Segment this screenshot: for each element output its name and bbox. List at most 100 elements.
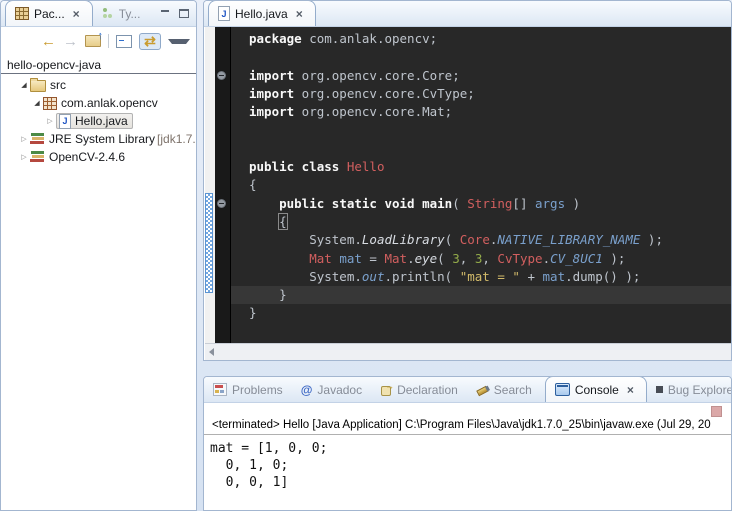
collapsed-arrow-icon[interactable] xyxy=(18,153,30,161)
expanded-arrow-icon[interactable] xyxy=(31,99,43,107)
code-token: Mat xyxy=(384,251,407,266)
code-line-10: public static void main( String[] args ) xyxy=(231,195,731,213)
code-token: System. xyxy=(249,269,362,284)
code-line-2 xyxy=(231,48,731,66)
declaration-icon xyxy=(380,384,392,396)
code-token: Mat xyxy=(309,251,332,266)
console-icon xyxy=(555,383,570,396)
code-token: ( xyxy=(452,196,467,211)
code-token: } xyxy=(249,305,257,320)
code-line-1: package com.anlak.opencv; xyxy=(231,30,731,48)
collapse-all-icon[interactable] xyxy=(116,35,132,48)
code-token: Hello xyxy=(347,159,385,174)
close-icon[interactable] xyxy=(70,7,83,21)
code-line-8: public class Hello xyxy=(231,158,731,176)
code-line-3: import org.opencv.core.Core; xyxy=(231,67,731,85)
tab-label: Console xyxy=(575,383,619,397)
code-token: import xyxy=(249,104,294,119)
tab-problems[interactable]: Problems xyxy=(204,377,292,402)
tree-item-jre-system-library[interactable]: JRE System Library [jdk1.7.0_25] xyxy=(1,130,196,148)
code-token: , xyxy=(482,251,497,266)
explorer-tabbar: Pac... Ty... xyxy=(1,1,196,27)
tab-label: Ty... xyxy=(119,7,141,21)
editor-panel: Hello.java package com.anlak.opencv; impo… xyxy=(203,0,732,361)
tab-label: Pac... xyxy=(34,7,65,21)
javadoc-icon xyxy=(301,383,313,397)
package-explorer-icon xyxy=(15,7,29,20)
tab-label: Problems xyxy=(232,383,283,397)
tab-javadoc[interactable]: Javadoc xyxy=(292,377,371,402)
tab-hello-java[interactable]: Hello.java xyxy=(208,0,316,26)
code-line-5: import org.opencv.core.Mat; xyxy=(231,103,731,121)
forward-icon[interactable] xyxy=(63,34,78,49)
code-token: com.anlak.opencv; xyxy=(302,31,437,46)
problems-icon xyxy=(213,383,227,396)
code-token: . xyxy=(543,251,551,266)
close-icon[interactable] xyxy=(293,7,306,21)
tab-console[interactable]: Console xyxy=(545,376,647,402)
tab-declaration[interactable]: Declaration xyxy=(371,377,467,402)
tree-item-hello-opencv-java[interactable]: hello-opencv-java xyxy=(1,57,196,74)
code-token: { xyxy=(249,177,257,192)
tree-item-src[interactable]: src xyxy=(1,76,196,94)
tree-item-opencv-2-4-6[interactable]: OpenCV-2.4.6 xyxy=(1,148,196,166)
go-up-icon[interactable] xyxy=(85,35,101,47)
tab-bug-explorer[interactable]: Bug Explorer xyxy=(647,377,732,402)
editor-horizontal-scrollbar[interactable] xyxy=(205,343,731,360)
code-line-7 xyxy=(231,140,731,158)
tree-item-com-anlak-opencv[interactable]: com.anlak.opencv xyxy=(1,94,196,112)
selected-item-box: Hello.java xyxy=(56,113,133,129)
back-icon[interactable] xyxy=(41,34,56,49)
code-token: import xyxy=(249,86,294,101)
code-token: CV_8UC1 xyxy=(550,251,603,266)
code-token: System. xyxy=(249,232,362,247)
collapsed-arrow-icon[interactable] xyxy=(44,117,56,125)
code-token: } xyxy=(249,287,287,302)
tab-search[interactable]: Search xyxy=(467,377,541,402)
code-line-6 xyxy=(231,121,731,139)
toolbar-separator xyxy=(108,34,109,48)
code-token xyxy=(249,251,309,266)
code-line-15: } xyxy=(231,286,731,304)
code-token: ); xyxy=(640,232,663,247)
tree-item-label: Hello.java xyxy=(75,114,128,128)
collapsed-arrow-icon[interactable] xyxy=(18,135,30,143)
tab-ty[interactable]: Ty... xyxy=(93,1,150,26)
code-token xyxy=(339,159,347,174)
editor-range-ruler xyxy=(205,27,215,345)
link-with-editor-icon[interactable] xyxy=(139,33,161,50)
tab-pac[interactable]: Pac... xyxy=(5,0,93,26)
code-token: .dump() ); xyxy=(565,269,640,284)
console-toolbar xyxy=(204,403,731,418)
close-icon[interactable] xyxy=(624,383,637,397)
code-token: LoadLibrary xyxy=(362,232,445,247)
package-icon xyxy=(43,97,57,110)
code-token: mat xyxy=(339,251,362,266)
code-token: .println( xyxy=(384,269,459,284)
console-title: <terminated> Hello [Java Application] C:… xyxy=(204,418,731,435)
editor-tabbar: Hello.java xyxy=(204,1,731,27)
terminate-icon[interactable] xyxy=(711,406,722,417)
type-hierarchy-icon xyxy=(102,8,114,19)
fold-collapse-icon[interactable] xyxy=(217,71,226,80)
code-token: ); xyxy=(603,251,626,266)
tree-item-hello-java[interactable]: Hello.java xyxy=(1,112,196,130)
expanded-arrow-icon[interactable] xyxy=(18,81,30,89)
minimize-icon[interactable] xyxy=(160,8,171,18)
editor-gutter xyxy=(215,27,231,345)
explorer-toolbar xyxy=(1,27,196,53)
package-explorer-panel: Pac... Ty... hello-opencv-java srccom.anla… xyxy=(0,0,197,511)
maximize-icon[interactable] xyxy=(179,8,190,18)
code-token: . xyxy=(407,251,415,266)
tree-item-detail: [jdk1.7.0_25] xyxy=(157,132,196,146)
code-token: org.opencv.core.Mat; xyxy=(294,104,452,119)
console-panel: Problems JavadocDeclarationSearch Console B… xyxy=(203,376,732,511)
fold-collapse-icon[interactable] xyxy=(217,199,226,208)
view-menu-icon[interactable] xyxy=(168,39,190,44)
scroll-left-icon[interactable] xyxy=(209,348,214,356)
editor-body[interactable]: package com.anlak.opencv; import org.open… xyxy=(205,27,731,345)
code-line-11: { xyxy=(231,213,731,231)
code-line-12: System.LoadLibrary( Core.NATIVE_LIBRARY_… xyxy=(231,231,731,249)
code-area[interactable]: package com.anlak.opencv; import org.open… xyxy=(231,27,731,345)
code-line-16: } xyxy=(231,304,731,322)
